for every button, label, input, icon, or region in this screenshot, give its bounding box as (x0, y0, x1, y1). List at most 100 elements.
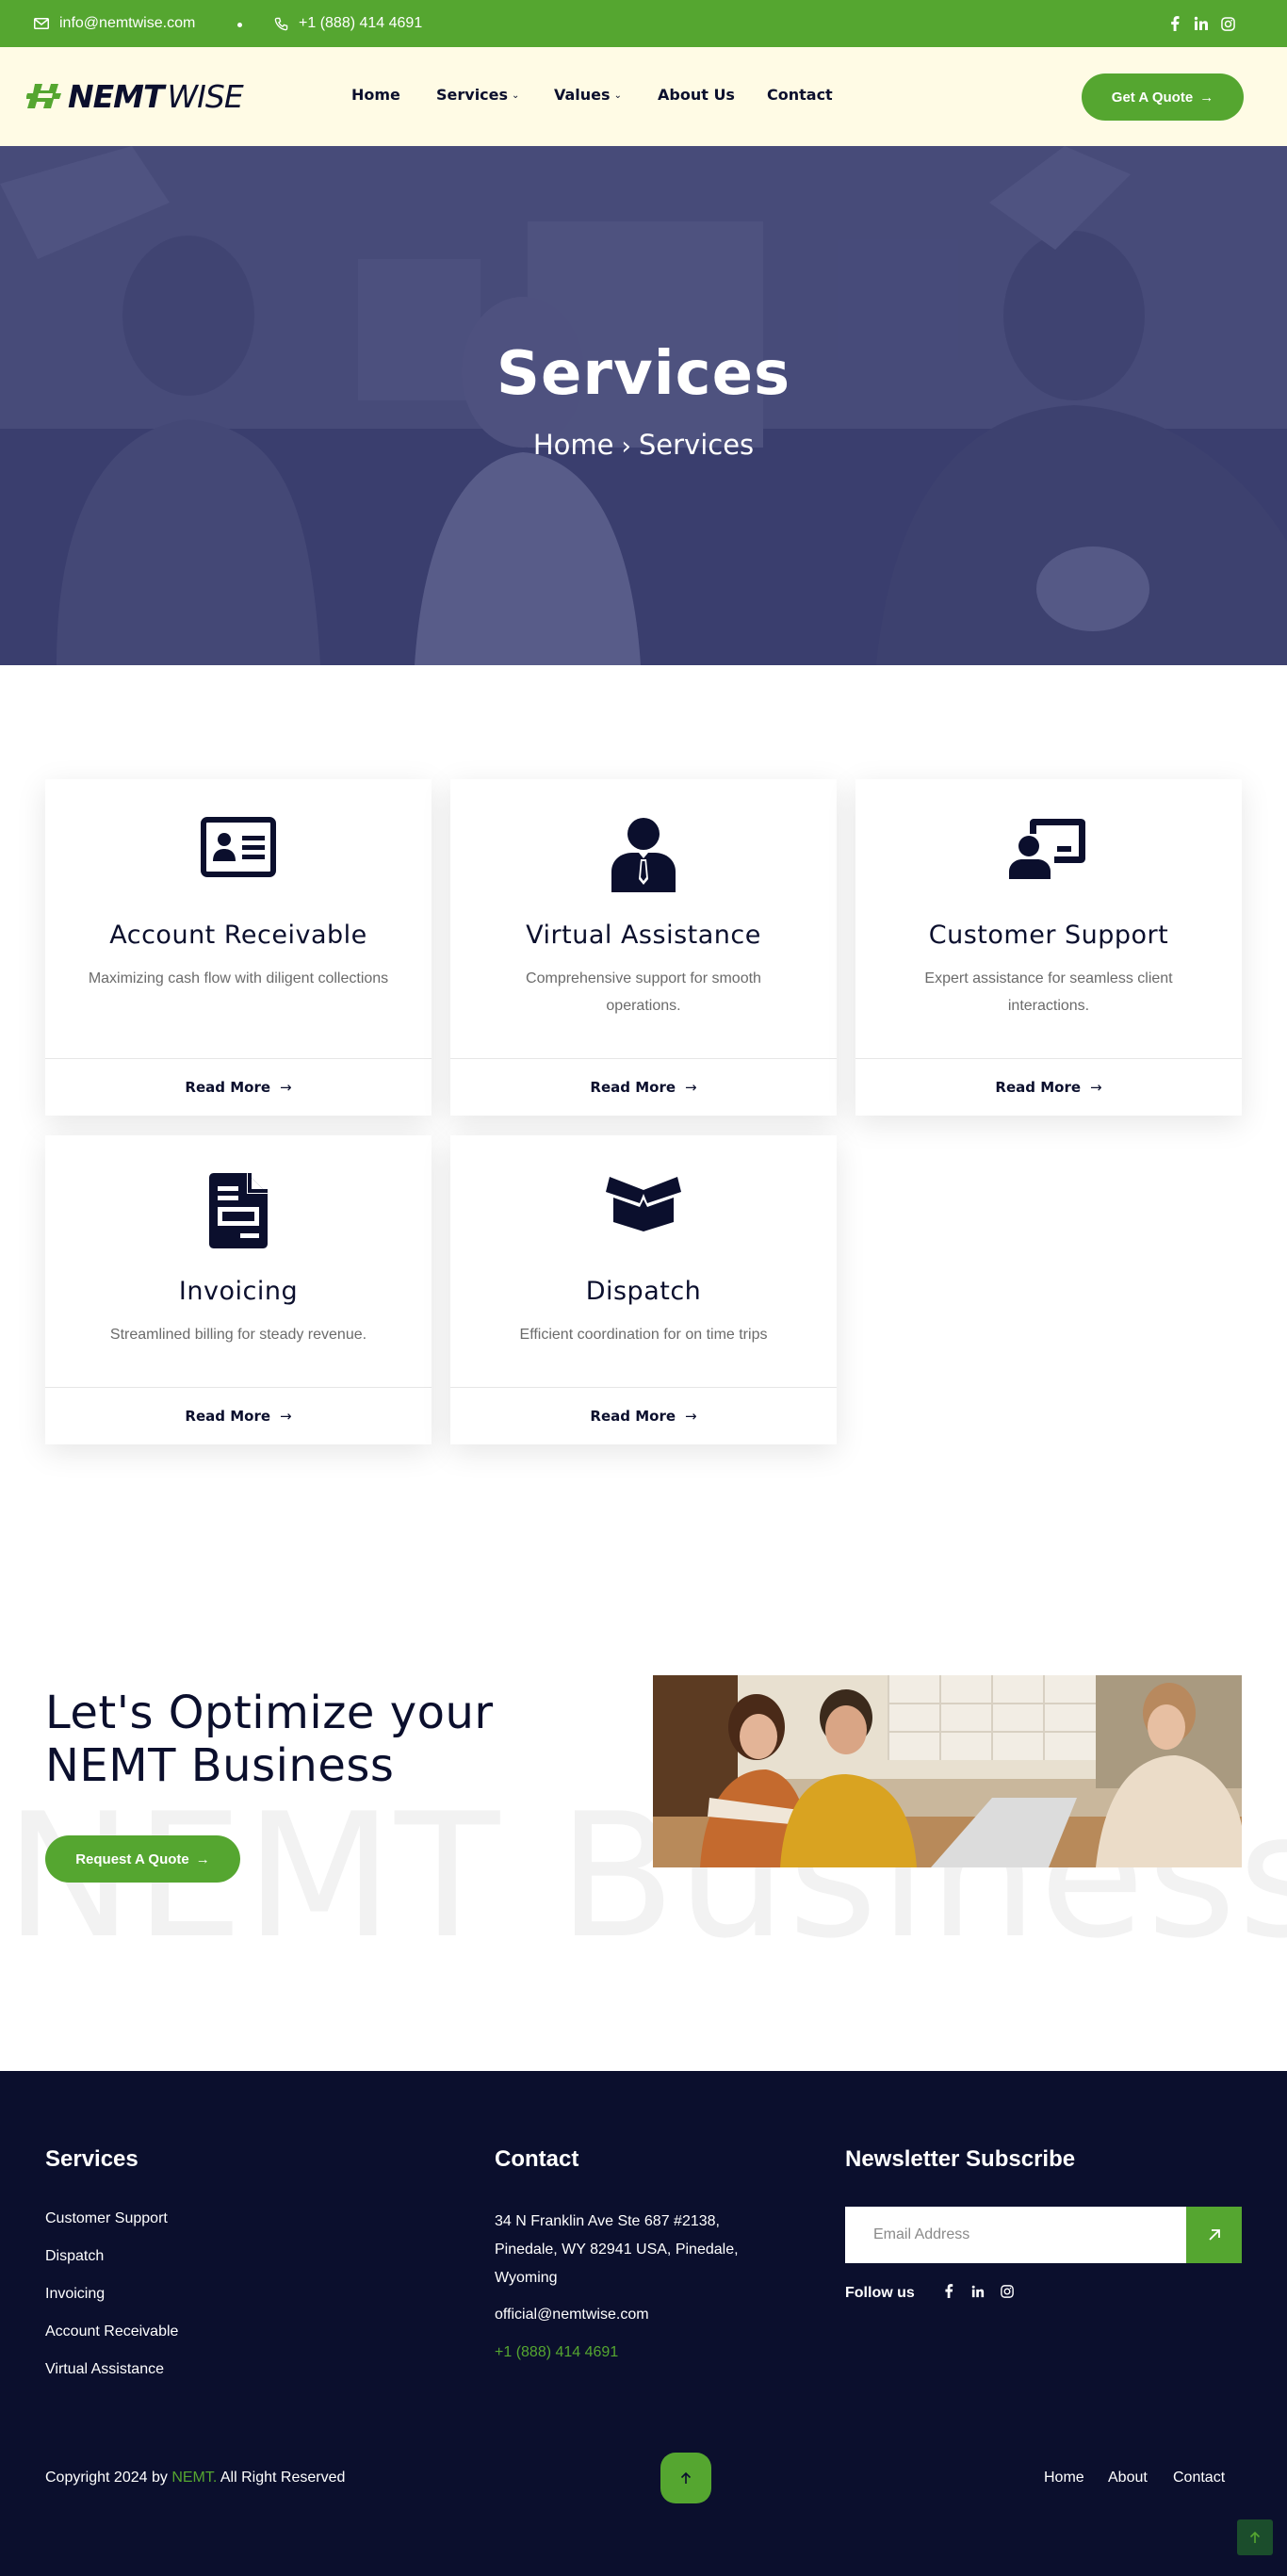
service-card-invoicing[interactable]: Invoicing Streamlined billing for steady… (45, 1135, 432, 1444)
chevron-down-icon: ⌄ (512, 90, 520, 101)
arrow-up-right-icon (1208, 2229, 1220, 2241)
breadcrumb: Home › Services (0, 429, 1287, 461)
cta-title: Let's Optimize your NEMT Business (45, 1687, 494, 1792)
footer-contact-heading: Contact (495, 2146, 579, 2172)
topbar-social (1168, 0, 1235, 47)
request-quote-button[interactable]: Request A Quote → (45, 1835, 240, 1883)
footer-address: 34 N Franklin Ave Ste 687 #2138, Pinedal… (495, 2213, 739, 2286)
read-more-label: Read More (995, 1079, 1082, 1096)
instagram-icon[interactable] (1001, 2284, 1014, 2298)
instagram-icon[interactable] (1221, 16, 1235, 31)
topbar-email-text: info@nemtwise.com (59, 15, 196, 31)
footer-link-virtual-assistance[interactable]: Virtual Assistance (45, 2361, 164, 2378)
topbar-email[interactable]: info@nemtwise.com (34, 0, 195, 47)
service-card-account-receivable[interactable]: Account Receivable Maximizing cash flow … (45, 779, 432, 1116)
breadcrumb-current: Services (638, 429, 755, 461)
topbar-phone[interactable]: +1 (888) 414 4691 (274, 0, 422, 47)
footer-link-dispatch[interactable]: Dispatch (45, 2248, 104, 2265)
service-title: Invoicing (178, 1277, 299, 1306)
arrow-right-icon: → (685, 1408, 697, 1425)
footer-bottom-about[interactable]: About (1108, 2470, 1148, 2486)
phone-icon (274, 17, 288, 30)
read-more-link[interactable]: Read More → (450, 1059, 837, 1116)
linkedin-icon[interactable] (1194, 16, 1209, 31)
get-quote-label: Get A Quote (1111, 89, 1194, 106)
arrow-up-icon (1249, 2531, 1261, 2543)
logo[interactable]: NEMT WISE (26, 77, 244, 115)
copyright: Copyright 2024 by NEMT. All Right Reserv… (45, 2470, 345, 2486)
newsletter-submit-button[interactable] (1186, 2207, 1242, 2263)
invoice-document-icon (45, 1173, 432, 1248)
service-description: Efficient coordination for on time trips (519, 1327, 768, 1343)
read-more-label: Read More (185, 1408, 271, 1425)
nav-contact[interactable]: Contact (767, 86, 833, 104)
nav-services[interactable]: Services ⌄ (436, 86, 519, 104)
facebook-icon[interactable] (943, 2284, 954, 2298)
hero-banner: Services Home › Services (0, 146, 1287, 665)
chevron-right-icon: › (621, 432, 631, 461)
arrow-right-icon: → (280, 1079, 292, 1096)
separator-dot (237, 23, 242, 27)
logo-mark-icon (26, 84, 61, 108)
arrow-right-icon: → (1199, 89, 1214, 106)
business-person-icon (450, 817, 837, 892)
nav-services-label: Services (436, 86, 509, 104)
footer-link-account-receivable[interactable]: Account Receivable (45, 2323, 178, 2340)
arrow-right-icon: → (1090, 1079, 1102, 1096)
nav-about-label: About Us (658, 86, 735, 104)
service-card-customer-support[interactable]: Customer Support Expert assistance for s… (855, 779, 1242, 1116)
newsletter-email-input[interactable] (845, 2207, 1186, 2263)
facebook-icon[interactable] (1168, 16, 1181, 31)
id-card-icon (45, 817, 432, 892)
request-quote-label: Request A Quote (75, 1850, 189, 1867)
service-description: Streamlined billing for steady revenue. (109, 1327, 367, 1343)
footer-phone[interactable]: +1 (888) 414 4691 (495, 2344, 618, 2361)
read-more-link[interactable]: Read More → (45, 1059, 432, 1116)
footer-bottom-home[interactable]: Home (1044, 2470, 1084, 2486)
arrow-up-icon (680, 2471, 692, 2484)
topbar-phone-text: +1 (888) 414 4691 (299, 15, 423, 31)
newsletter-form (845, 2207, 1242, 2263)
nav-values[interactable]: Values ⌄ (554, 86, 622, 104)
site-footer: Services Customer Support Dispatch Invoi… (0, 2071, 1287, 2576)
arrow-right-icon: → (195, 1850, 210, 1867)
breadcrumb-home[interactable]: Home (533, 429, 614, 461)
read-more-label: Read More (590, 1079, 676, 1096)
logo-wordmark-bold: NEMT (68, 77, 165, 115)
footer-bottom-contact[interactable]: Contact (1173, 2470, 1225, 2486)
footer-services-heading: Services (45, 2146, 138, 2172)
service-description: Comprehensive support for smooth operati… (526, 970, 761, 1014)
presenter-board-icon (855, 817, 1242, 892)
service-card-virtual-assistance[interactable]: Virtual Assistance Comprehensive support… (450, 779, 837, 1116)
family-photo (653, 1675, 1242, 1867)
service-description: Maximizing cash flow with diligent colle… (88, 970, 389, 986)
copyright-brand[interactable]: NEMT. (171, 2470, 217, 2486)
service-description: Expert assistance for seamless client in… (924, 970, 1173, 1014)
footer-link-customer-support[interactable]: Customer Support (45, 2210, 168, 2227)
scroll-to-top-button[interactable] (660, 2453, 711, 2503)
nav-home[interactable]: Home (351, 86, 400, 104)
floating-scroll-button[interactable] (1237, 2519, 1273, 2555)
nav-about[interactable]: About Us (658, 86, 735, 104)
open-box-icon (450, 1173, 837, 1248)
mail-icon (34, 18, 49, 29)
footer-link-invoicing[interactable]: Invoicing (45, 2286, 105, 2303)
hero-title: Services (496, 339, 791, 409)
service-title: Customer Support (928, 921, 1169, 950)
service-title: Virtual Assistance (526, 921, 761, 950)
service-title: Dispatch (585, 1277, 702, 1306)
read-more-link[interactable]: Read More → (855, 1059, 1242, 1116)
linkedin-icon[interactable] (971, 2285, 985, 2298)
footer-email[interactable]: official@nemtwise.com (495, 2307, 649, 2323)
read-more-label: Read More (185, 1079, 271, 1096)
copyright-prefix: Copyright 2024 by (45, 2470, 168, 2486)
service-card-dispatch[interactable]: Dispatch Efficient coordination for on t… (450, 1135, 837, 1444)
read-more-link[interactable]: Read More → (450, 1388, 837, 1444)
logo-wordmark-light: WISE (167, 77, 244, 115)
read-more-link[interactable]: Read More → (45, 1388, 432, 1444)
arrow-right-icon: → (280, 1408, 292, 1425)
copyright-suffix: All Right Reserved (220, 2470, 346, 2486)
top-bar: info@nemtwise.com +1 (888) 414 4691 (0, 0, 1287, 47)
get-quote-button[interactable]: Get A Quote → (1082, 73, 1244, 121)
arrow-right-icon: → (685, 1079, 697, 1096)
